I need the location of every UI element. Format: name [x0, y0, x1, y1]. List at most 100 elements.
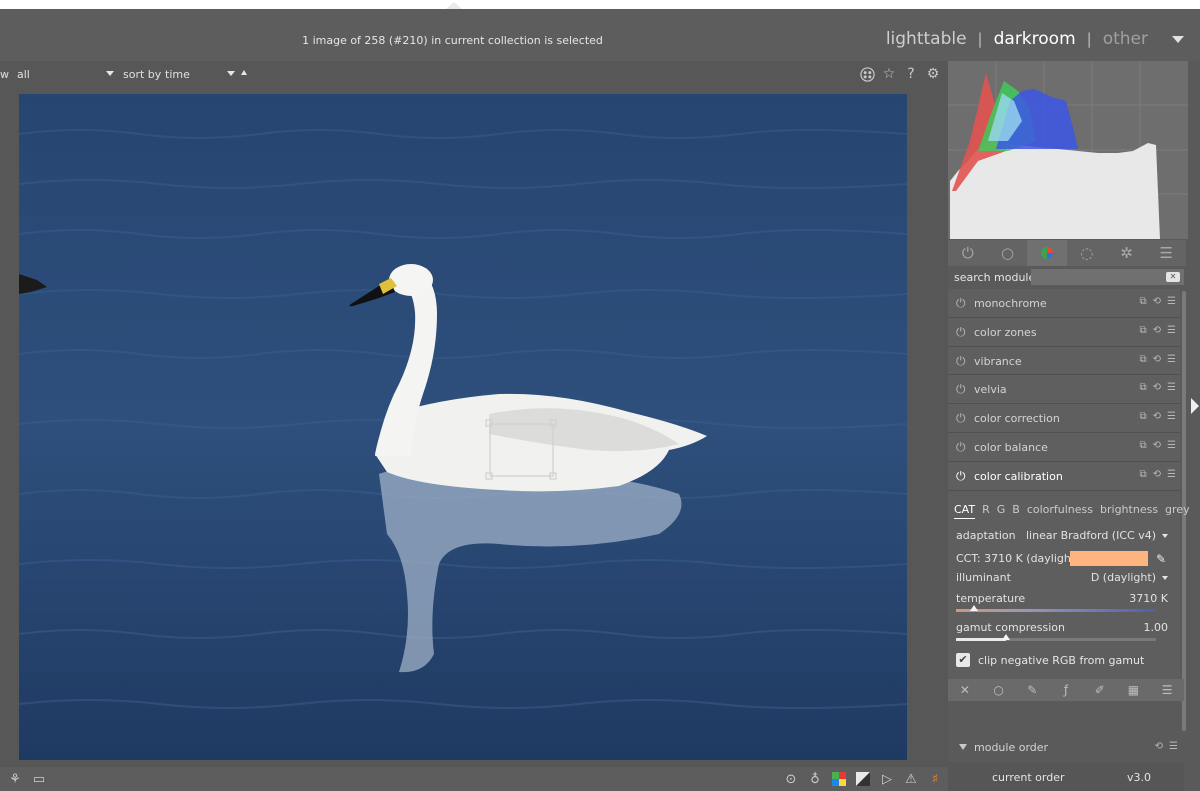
search-module-input[interactable]: ✕ [1031, 269, 1184, 285]
presets-icon[interactable]: ☰ [1167, 469, 1176, 480]
drawn-mask-icon[interactable]: ✎ [1015, 679, 1049, 701]
collapse-right-panel-icon[interactable] [1191, 398, 1199, 414]
multi-instance-icon[interactable]: ⧉ [1140, 440, 1147, 451]
top-panel-collapse-strip[interactable] [0, 0, 1200, 9]
power-icon[interactable]: ⏻ [956, 411, 966, 426]
module-order-header[interactable]: module order ⟲ ☰ [948, 738, 1184, 758]
raw-overexposed-icon[interactable] [854, 770, 872, 788]
illuminant-value[interactable]: D (daylight) [1091, 571, 1156, 584]
view-darkroom[interactable]: darkroom [994, 29, 1076, 49]
multi-instance-icon[interactable]: ⧉ [1140, 469, 1147, 480]
tab-b[interactable]: B [1012, 503, 1020, 519]
base-group-tab-icon[interactable]: ○ [988, 240, 1028, 266]
guides-icon[interactable]: ♯ [926, 770, 944, 788]
reset-icon[interactable]: ⟲ [1153, 354, 1161, 365]
presets-icon[interactable]: ☰ [1167, 411, 1176, 422]
multi-instance-icon[interactable]: ⧉ [1140, 325, 1147, 336]
power-icon[interactable]: ⏻ [956, 296, 966, 311]
adaptation-row[interactable]: adaptation linear Bradford (ICC v4) [956, 529, 1168, 542]
active-modules-tab-icon[interactable]: ⏻ [948, 240, 988, 266]
tab-colorfulness[interactable]: colorfulness [1027, 503, 1093, 519]
reset-icon[interactable]: ⟲ [1153, 382, 1161, 393]
gamut-compression-slider[interactable] [956, 634, 1156, 641]
power-icon[interactable]: ⏻ [956, 469, 966, 484]
styles-icon[interactable]: ⚘ [6, 770, 24, 788]
blend-uniform-icon[interactable]: ○ [982, 679, 1016, 701]
blend-menu-icon[interactable]: ☰ [1150, 679, 1184, 701]
module-vibrance[interactable]: ⏻ vibrance ⧉ ⟲ ☰ [948, 346, 1180, 376]
color-assessment-icon[interactable] [830, 770, 848, 788]
collapse-top-panel-icon[interactable] [446, 2, 462, 9]
presets-icon[interactable]: ☰ [1167, 296, 1176, 307]
tab-grey[interactable]: grey [1165, 503, 1190, 519]
reset-icon[interactable]: ⟲ [1153, 469, 1161, 480]
clear-search-icon[interactable]: ✕ [1166, 272, 1180, 282]
drawn-parametric-mask-icon[interactable]: ✐ [1083, 679, 1117, 701]
reset-icon[interactable]: ⟲ [1153, 440, 1161, 451]
help-icon[interactable]: ? [902, 65, 920, 83]
color-labels-icon[interactable] [858, 65, 876, 83]
presets-menu-icon[interactable]: ☰ [1146, 240, 1186, 266]
histogram[interactable] [948, 61, 1188, 239]
presets-icon[interactable]: ☰ [1167, 354, 1176, 365]
presets-icon[interactable]: ☰ [1169, 741, 1178, 752]
star-icon[interactable]: ☆ [880, 65, 898, 83]
reset-icon[interactable]: ⟲ [1153, 296, 1161, 307]
second-window-icon[interactable]: ▭ [30, 770, 48, 788]
adaptation-value[interactable]: linear Bradford (ICC v4) [1026, 529, 1156, 542]
module-color-balance[interactable]: ⏻ color balance ⧉ ⟲ ☰ [948, 432, 1180, 462]
tab-r[interactable]: R [982, 503, 990, 519]
parametric-mask-icon[interactable]: ƒ [1049, 679, 1083, 701]
tab-cat[interactable]: CAT [954, 503, 976, 519]
module-velvia[interactable]: ⏻ velvia ⧉ ⟲ ☰ [948, 375, 1180, 405]
module-color-correction[interactable]: ⏻ color correction ⧉ ⟲ ☰ [948, 404, 1180, 433]
views-dropdown-icon[interactable] [1172, 35, 1184, 43]
temperature-slider[interactable] [956, 605, 1156, 612]
chevron-down-icon[interactable] [1162, 534, 1168, 538]
module-color-calibration[interactable]: ⏻ color calibration ⧉ ⟲ ☰ [948, 461, 1180, 491]
softproof-icon[interactable]: ▷ [878, 770, 896, 788]
tab-g[interactable]: G [997, 503, 1006, 519]
gamut-check-icon[interactable]: ⚠ [902, 770, 920, 788]
slider-handle[interactable] [970, 605, 978, 611]
right-panel-edge[interactable] [1188, 61, 1200, 791]
view-lighttable[interactable]: lighttable [886, 29, 967, 49]
raster-mask-icon[interactable]: ▦ [1117, 679, 1151, 701]
module-color-zones[interactable]: ⏻ color zones ⧉ ⟲ ☰ [948, 317, 1180, 347]
multi-instance-icon[interactable]: ⧉ [1140, 354, 1147, 365]
collection-filter-dropdown[interactable]: all [17, 68, 30, 81]
sort-direction-icon[interactable] [241, 70, 247, 75]
module-monochrome[interactable]: ⏻ monochrome ⧉ ⟲ ☰ [948, 289, 1180, 318]
reset-icon[interactable]: ⟲ [1153, 411, 1161, 422]
view-other[interactable]: other [1103, 29, 1148, 49]
checkbox-checked-icon[interactable]: ✔ [956, 653, 970, 667]
settings-icon[interactable]: ⚙ [924, 65, 942, 83]
presets-icon[interactable]: ☰ [1167, 325, 1176, 336]
chevron-down-icon[interactable] [1162, 576, 1168, 580]
color-picker-icon[interactable]: ✎ [1156, 552, 1166, 566]
chevron-down-icon[interactable] [106, 71, 114, 76]
blend-off-icon[interactable]: ✕ [948, 679, 982, 701]
multi-instance-icon[interactable]: ⧉ [1140, 296, 1147, 307]
reset-icon[interactable]: ⟲ [1153, 325, 1161, 336]
chevron-down-icon[interactable] [227, 71, 235, 76]
power-icon[interactable]: ⏻ [956, 440, 966, 455]
presets-icon[interactable]: ☰ [1167, 440, 1176, 451]
color-group-tab-icon[interactable] [1027, 240, 1068, 266]
multi-instance-icon[interactable]: ⧉ [1140, 382, 1147, 393]
sort-order-dropdown[interactable]: time [165, 68, 190, 81]
clip-negative-rgb-checkbox[interactable]: ✔ clip negative RGB from gamut [956, 653, 1144, 667]
presets-icon[interactable]: ☰ [1167, 382, 1176, 393]
power-icon[interactable]: ⏻ [956, 382, 966, 397]
tab-brightness[interactable]: brightness [1100, 503, 1158, 519]
darkroom-image[interactable] [19, 94, 907, 760]
focus-peaking-icon[interactable]: ⊙ [782, 770, 800, 788]
expander-icon[interactable] [959, 744, 967, 750]
slider-handle[interactable] [1002, 634, 1010, 640]
illuminant-row[interactable]: illuminant D (daylight) [956, 571, 1168, 584]
power-icon[interactable]: ⏻ [956, 354, 966, 369]
reset-icon[interactable]: ⟲ [1155, 741, 1163, 752]
effect-group-tab-icon[interactable]: ✲ [1107, 240, 1147, 266]
multi-instance-icon[interactable]: ⧉ [1140, 411, 1147, 422]
bulb-icon[interactable]: ♁ [806, 770, 824, 788]
